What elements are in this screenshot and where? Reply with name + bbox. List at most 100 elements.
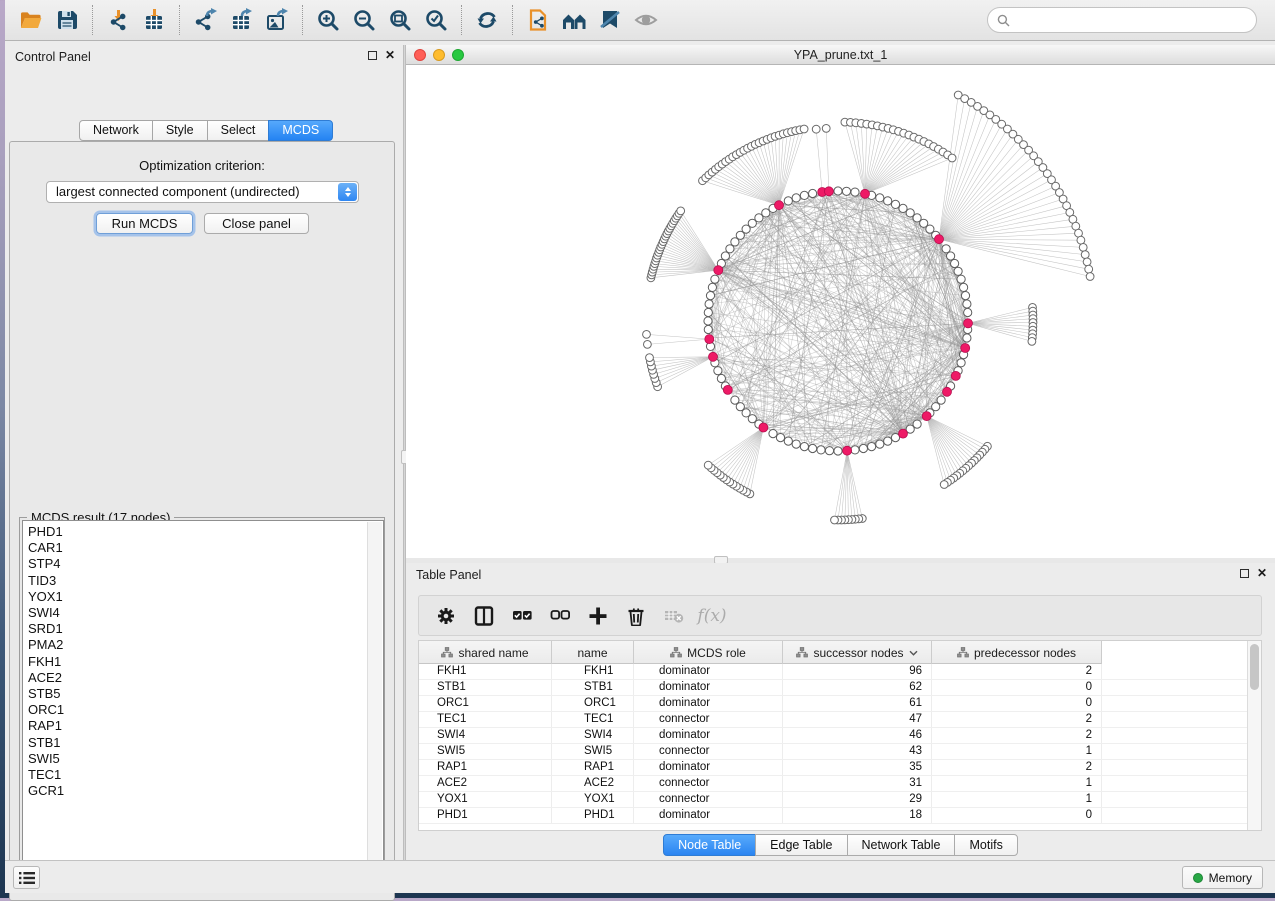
table-cell[interactable]: 1 bbox=[932, 792, 1102, 807]
hide-selected-button[interactable] bbox=[592, 3, 628, 37]
table-cell[interactable]: dominator bbox=[634, 808, 783, 823]
deselect-all-rows-button[interactable] bbox=[543, 600, 577, 632]
select-all-rows-button[interactable] bbox=[505, 600, 539, 632]
import-table-button[interactable] bbox=[136, 3, 172, 37]
table-cell[interactable]: SWI5 bbox=[552, 744, 634, 759]
mcds-result-item[interactable]: STP4 bbox=[23, 556, 383, 572]
table-cell[interactable]: ORC1 bbox=[552, 696, 634, 711]
zoom-selected-button[interactable] bbox=[418, 3, 454, 37]
zoom-fit-button[interactable] bbox=[382, 3, 418, 37]
table-cell[interactable]: 0 bbox=[932, 680, 1102, 695]
new-network-from-selection-button[interactable] bbox=[520, 3, 556, 37]
table-cell[interactable]: ACE2 bbox=[419, 776, 552, 791]
export-image-button[interactable] bbox=[259, 3, 295, 37]
table-cell[interactable]: YOX1 bbox=[552, 792, 634, 807]
mcds-result-item[interactable]: SWI4 bbox=[23, 605, 383, 621]
table-cell[interactable]: YOX1 bbox=[419, 792, 552, 807]
mcds-result-item[interactable]: TEC1 bbox=[23, 767, 383, 783]
table-cell[interactable]: SWI4 bbox=[419, 728, 552, 743]
mcds-result-item[interactable]: FKH1 bbox=[23, 654, 383, 670]
mcds-result-item[interactable]: PHD1 bbox=[23, 524, 383, 540]
mcds-result-item[interactable]: ORC1 bbox=[23, 702, 383, 718]
tab-motifs[interactable]: Motifs bbox=[954, 834, 1017, 856]
mcds-result-item[interactable]: GCR1 bbox=[23, 783, 383, 799]
table-row[interactable]: PHD1PHD1dominator180 bbox=[419, 808, 1247, 824]
table-cell[interactable]: dominator bbox=[634, 760, 783, 775]
mcds-result-item[interactable]: CAR1 bbox=[23, 540, 383, 556]
mcds-result-item[interactable]: YOX1 bbox=[23, 589, 383, 605]
table-cell[interactable]: dominator bbox=[634, 664, 783, 679]
table-cell[interactable]: FKH1 bbox=[552, 664, 634, 679]
save-session-button[interactable] bbox=[49, 3, 85, 37]
table-cell[interactable]: 2 bbox=[932, 664, 1102, 679]
column-header-shared-name[interactable]: shared name bbox=[419, 641, 552, 664]
column-header-predecessor-nodes[interactable]: predecessor nodes bbox=[932, 641, 1102, 664]
table-row[interactable]: FKH1FKH1dominator962 bbox=[419, 664, 1247, 680]
optimization-criterion-select[interactable]: largest connected component (undirected) bbox=[46, 181, 359, 203]
table-cell[interactable]: 62 bbox=[783, 680, 932, 695]
close-table-panel-icon[interactable]: ✕ bbox=[1257, 569, 1267, 578]
table-row[interactable]: ACE2ACE2connector311 bbox=[419, 776, 1247, 792]
table-row[interactable]: ORC1ORC1dominator610 bbox=[419, 696, 1247, 712]
apply-layout-button[interactable] bbox=[469, 3, 505, 37]
table-row[interactable]: SWI5SWI5connector431 bbox=[419, 744, 1247, 760]
function-builder-button[interactable]: f(x) bbox=[695, 600, 729, 632]
table-cell[interactable]: 96 bbox=[783, 664, 932, 679]
zoom-in-button[interactable] bbox=[310, 3, 346, 37]
table-row[interactable]: STB1STB1dominator620 bbox=[419, 680, 1247, 696]
table-cell[interactable]: 46 bbox=[783, 728, 932, 743]
tab-style[interactable]: Style bbox=[152, 120, 208, 141]
table-cell[interactable]: 2 bbox=[932, 728, 1102, 743]
mcds-list-scrollbar[interactable] bbox=[367, 522, 382, 882]
column-visibility-button[interactable] bbox=[467, 600, 501, 632]
tab-select[interactable]: Select bbox=[207, 120, 270, 141]
mcds-result-item[interactable]: RAP1 bbox=[23, 718, 383, 734]
float-table-panel-icon[interactable] bbox=[1240, 569, 1249, 578]
table-cell[interactable]: connector bbox=[634, 792, 783, 807]
table-scrollbar[interactable] bbox=[1247, 641, 1261, 830]
search-box[interactable] bbox=[987, 7, 1257, 33]
export-table-button[interactable] bbox=[223, 3, 259, 37]
table-cell[interactable]: TEC1 bbox=[419, 712, 552, 727]
table-cell[interactable]: SWI5 bbox=[419, 744, 552, 759]
table-cell[interactable]: 1 bbox=[932, 776, 1102, 791]
table-cell[interactable]: SWI4 bbox=[552, 728, 634, 743]
table-cell[interactable]: PHD1 bbox=[552, 808, 634, 823]
table-settings-button[interactable] bbox=[429, 600, 463, 632]
network-window-titlebar[interactable]: YPA_prune.txt_1 bbox=[406, 45, 1275, 65]
network-canvas[interactable] bbox=[406, 65, 1275, 558]
table-cell[interactable]: 0 bbox=[932, 696, 1102, 711]
mcds-result-item[interactable]: TID3 bbox=[23, 573, 383, 589]
table-row[interactable]: RAP1RAP1dominator352 bbox=[419, 760, 1247, 776]
column-header-MCDS-role[interactable]: MCDS role bbox=[634, 641, 783, 664]
close-panel-button[interactable]: Close panel bbox=[204, 213, 309, 234]
column-header-successor-nodes[interactable]: successor nodes bbox=[783, 641, 932, 664]
table-cell[interactable]: dominator bbox=[634, 680, 783, 695]
tab-network[interactable]: Network bbox=[79, 120, 153, 141]
table-cell[interactable]: 1 bbox=[932, 744, 1102, 759]
search-input[interactable] bbox=[1016, 13, 1236, 27]
table-cell[interactable]: 61 bbox=[783, 696, 932, 711]
table-cell[interactable]: 18 bbox=[783, 808, 932, 823]
show-all-button[interactable] bbox=[628, 3, 664, 37]
tab-network-table[interactable]: Network Table bbox=[847, 834, 956, 856]
add-column-button[interactable] bbox=[581, 600, 615, 632]
table-cell[interactable]: STB1 bbox=[552, 680, 634, 695]
table-cell[interactable]: dominator bbox=[634, 696, 783, 711]
tab-node-table[interactable]: Node Table bbox=[663, 834, 756, 856]
table-cell[interactable]: FKH1 bbox=[419, 664, 552, 679]
mcds-result-item[interactable]: ACE2 bbox=[23, 670, 383, 686]
table-cell[interactable]: 0 bbox=[932, 808, 1102, 823]
run-mcds-button[interactable]: Run MCDS bbox=[96, 213, 193, 234]
table-cell[interactable]: 43 bbox=[783, 744, 932, 759]
table-cell[interactable]: connector bbox=[634, 776, 783, 791]
table-cell[interactable]: 2 bbox=[932, 760, 1102, 775]
tab-mcds[interactable]: MCDS bbox=[268, 120, 333, 141]
table-cell[interactable]: connector bbox=[634, 744, 783, 759]
table-cell[interactable]: 35 bbox=[783, 760, 932, 775]
table-row[interactable]: SWI4SWI4dominator462 bbox=[419, 728, 1247, 744]
table-cell[interactable]: 29 bbox=[783, 792, 932, 807]
table-scrollbar-thumb[interactable] bbox=[1250, 644, 1259, 690]
delete-column-button[interactable] bbox=[619, 600, 653, 632]
table-cell[interactable]: RAP1 bbox=[552, 760, 634, 775]
